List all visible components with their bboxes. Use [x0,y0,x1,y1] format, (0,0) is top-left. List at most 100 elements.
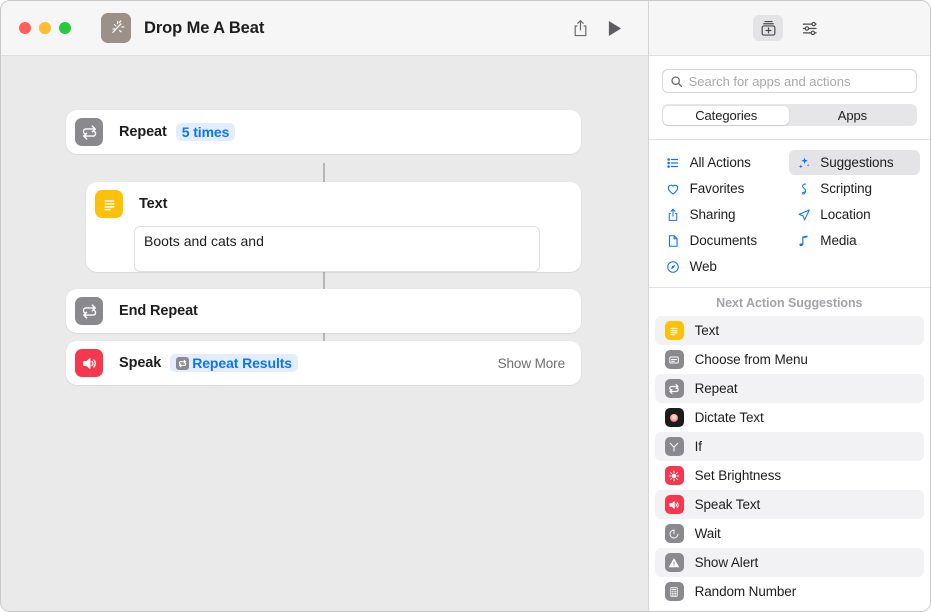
sidebar-item-all-actions[interactable]: All Actions [659,150,790,175]
list-item[interactable]: Text [654,316,924,345]
add-action-icon[interactable] [753,15,784,41]
zoom-button[interactable] [59,22,71,34]
list-item[interactable]: Show Alert [654,548,924,577]
action-header: Repeat 5 times [66,110,581,154]
search-field[interactable] [661,69,917,93]
token-text: 5 times [181,124,230,140]
list-item[interactable]: Choose from Menu [655,345,924,374]
library-toolbar [648,1,930,56]
list-item-label: Set Brightness [694,468,782,483]
action-card-speak[interactable]: Speak Repeat Results Show More [66,341,581,385]
repeat-count-token[interactable]: 5 times [175,123,236,141]
tab-apps[interactable]: Apps [789,106,915,125]
connector-line [323,163,325,183]
token-text: Repeat Results [192,355,292,371]
play-button[interactable] [598,14,632,42]
sidebar-item-media[interactable]: Media [789,228,920,253]
list-item[interactable]: Set Brightness [655,461,924,490]
sidebar-item-label: Suggestions [820,155,894,170]
tab-categories[interactable]: Categories [663,105,790,125]
share-button[interactable] [564,14,598,42]
calculator-icon [664,582,684,601]
sliders-icon[interactable] [795,15,825,41]
speaker-icon [664,495,684,514]
list-item-label: Wait [694,526,721,541]
action-card-repeat[interactable]: Repeat 5 times [66,110,581,154]
sidebar-item-label: Media [820,233,857,248]
music-note-icon [796,233,811,248]
action-header: End Repeat [66,289,581,333]
close-button[interactable] [19,22,31,34]
sidebar-item-label: Scripting [820,181,872,196]
repeat-icon [176,356,190,370]
share-icon [666,207,681,222]
list-item-label: Text [694,323,719,338]
search-input[interactable] [688,73,909,89]
branch-icon [664,437,684,456]
list-item-label: Choose from Menu [694,352,808,367]
document-icon [666,233,681,248]
repeat-icon [75,118,103,146]
list-item-label: Repeat [694,381,738,396]
sidebar-item-location[interactable]: Location [789,202,920,227]
list-item[interactable]: Dictate Text [655,403,924,432]
list-item-label: Show Alert [694,555,759,570]
window-titlebar: Drop Me A Beat [1,1,648,56]
sidebar-item-web[interactable]: Web [659,254,790,279]
repeat-icon [664,379,684,398]
compass-icon [666,259,681,274]
list-icon [666,155,681,170]
sidebar-item-label: All Actions [689,155,751,170]
page-title: Drop Me A Beat [144,18,265,37]
action-header: Text [86,182,581,226]
text-icon [664,321,684,340]
menu-icon [664,350,684,369]
suggestions-header: Next Action Suggestions [716,296,863,310]
list-item[interactable]: Wait [655,519,924,548]
alert-icon [664,553,684,572]
repeat-results-token[interactable]: Repeat Results [170,354,298,372]
sidebar-item-label: Favorites [689,181,745,196]
shortcuts-window: Drop Me A Beat Repeat 5 times Text Boots… [0,0,931,612]
sidebar-item-documents[interactable]: Documents [659,228,790,253]
action-label: Repeat [119,124,167,140]
library-segmented-control[interactable]: Categories Apps [661,104,917,126]
action-card-end-repeat[interactable]: End Repeat [66,289,581,333]
list-item-label: Random Number [694,584,797,599]
workflow-canvas: Repeat 5 times Text Boots and cats and E… [1,56,648,611]
list-item[interactable]: If [654,432,924,461]
action-header: Speak Repeat Results Show More [66,341,581,385]
list-item-label: Dictate Text [694,410,764,425]
list-item[interactable]: Speak Text [654,490,924,519]
sidebar-item-suggestions[interactable]: Suggestions [789,150,920,175]
categories-column-left: All Actions Favorites Sharing Documents … [659,150,790,279]
sidebar-item-scripting[interactable]: Scripting [789,176,920,201]
brightness-icon [664,466,684,485]
action-card-text[interactable]: Text Boots and cats and [86,182,581,272]
dictate-icon [664,408,684,427]
categories-list: All Actions Favorites Sharing Documents … [648,139,930,287]
categories-column-right: Suggestions Scripting Location Media [789,150,920,279]
magic-wand-icon [101,13,131,43]
traffic-light-controls[interactable] [19,22,71,34]
show-more-button[interactable]: Show More [498,356,565,371]
text-icon [95,190,123,218]
action-label: Text [139,196,168,212]
search-icon [670,75,683,88]
repeat-icon [75,297,103,325]
editor-pane: Drop Me A Beat Repeat 5 times Text Boots… [1,1,648,611]
minimize-button[interactable] [39,22,51,34]
scripting-icon [796,181,811,196]
speaker-icon [75,349,103,377]
sparkle-icon [796,155,811,170]
list-item[interactable]: Random Number [655,577,924,606]
sidebar-item-label: Web [689,259,717,274]
sidebar-item-sharing[interactable]: Sharing [659,202,790,227]
suggestions-list: Next Action Suggestions Text Choose from… [648,287,930,611]
sidebar-item-favorites[interactable]: Favorites [659,176,790,201]
connector-line [323,271,325,291]
search-container [649,56,930,93]
text-input-field[interactable]: Boots and cats and [134,226,540,272]
list-item-label: If [694,439,702,454]
list-item[interactable]: Repeat [654,374,924,403]
